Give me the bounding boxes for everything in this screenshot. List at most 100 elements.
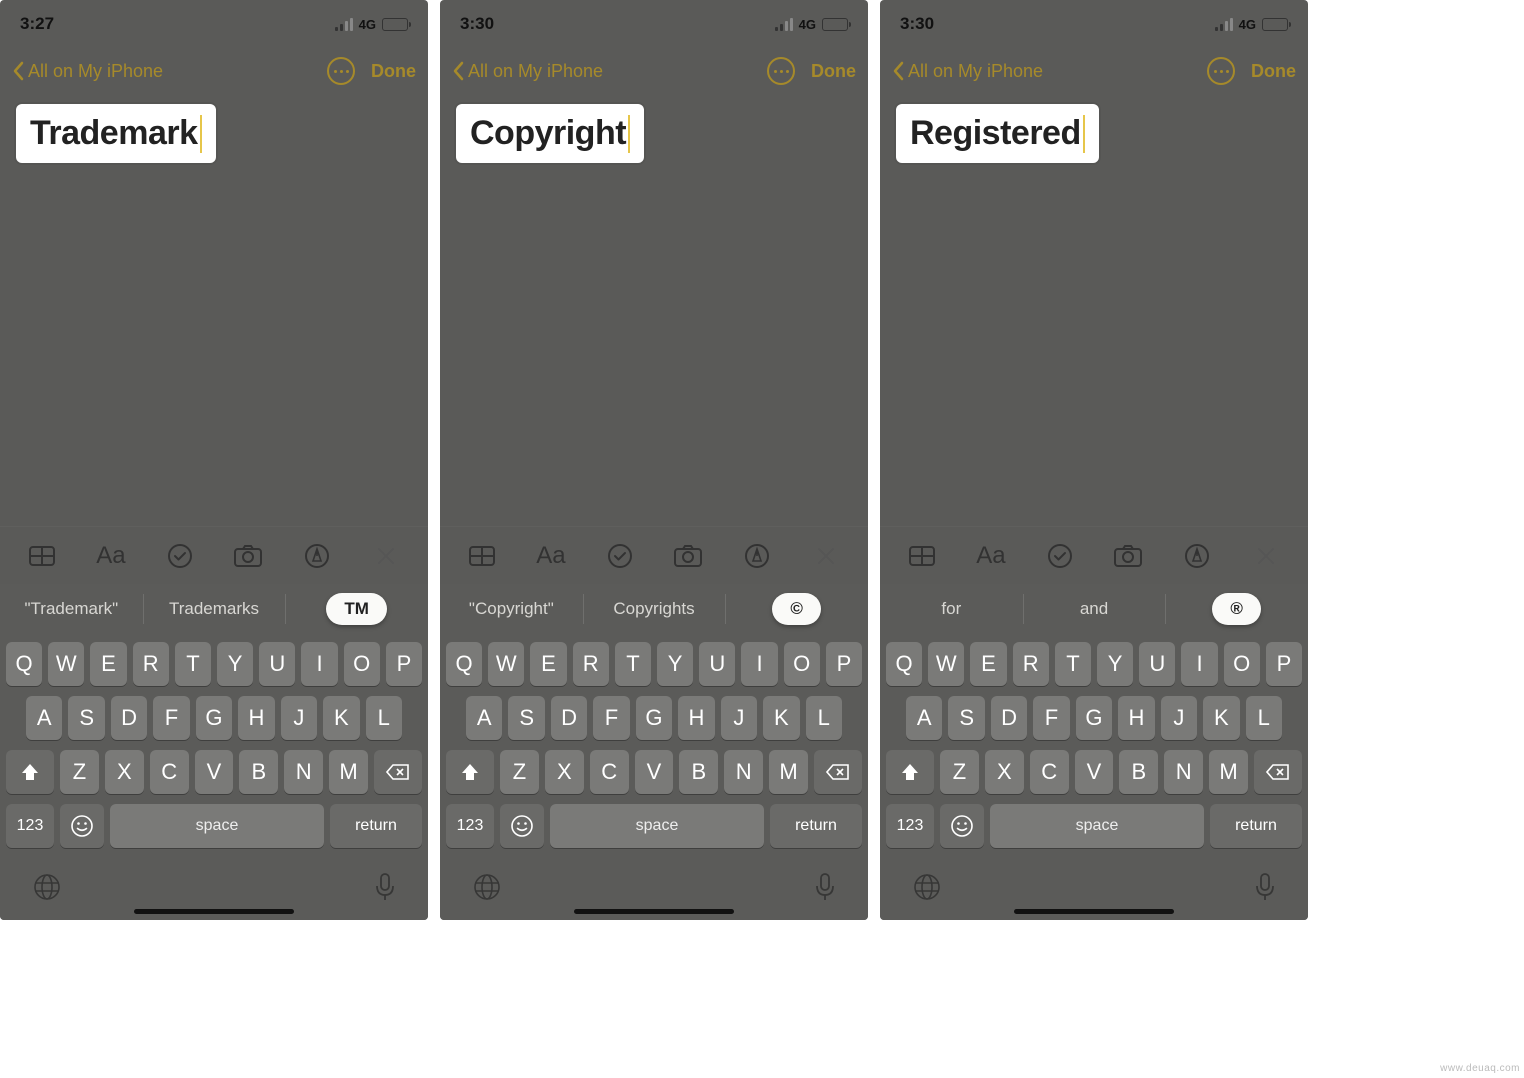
key-j[interactable]: J: [721, 696, 757, 740]
key-n[interactable]: N: [1164, 750, 1203, 794]
key-k[interactable]: K: [1203, 696, 1239, 740]
key-s[interactable]: S: [948, 696, 984, 740]
return-key[interactable]: return: [330, 804, 422, 848]
markup-icon[interactable]: [1175, 534, 1219, 578]
globe-icon[interactable]: [32, 872, 62, 902]
key-y[interactable]: Y: [1097, 642, 1133, 686]
key-t[interactable]: T: [175, 642, 211, 686]
key-g[interactable]: G: [636, 696, 672, 740]
key-j[interactable]: J: [1161, 696, 1197, 740]
done-button[interactable]: Done: [1251, 61, 1296, 82]
key-w[interactable]: W: [928, 642, 964, 686]
key-e[interactable]: E: [530, 642, 566, 686]
key-j[interactable]: J: [281, 696, 317, 740]
prediction-right[interactable]: ©: [725, 584, 868, 634]
key-h[interactable]: H: [1118, 696, 1154, 740]
key-k[interactable]: K: [323, 696, 359, 740]
back-button[interactable]: All on My iPhone: [12, 61, 163, 82]
camera-icon[interactable]: [666, 534, 710, 578]
key-x[interactable]: X: [545, 750, 584, 794]
key-c[interactable]: C: [590, 750, 629, 794]
markup-icon[interactable]: [735, 534, 779, 578]
more-options-button[interactable]: [1207, 57, 1235, 85]
key-z[interactable]: Z: [60, 750, 99, 794]
key-u[interactable]: U: [1139, 642, 1175, 686]
key-i[interactable]: I: [1181, 642, 1217, 686]
table-icon[interactable]: [460, 534, 504, 578]
key-g[interactable]: G: [1076, 696, 1112, 740]
note-title-field[interactable]: Registered: [896, 104, 1099, 163]
key-n[interactable]: N: [284, 750, 323, 794]
key-u[interactable]: U: [699, 642, 735, 686]
key-d[interactable]: D: [551, 696, 587, 740]
key-t[interactable]: T: [1055, 642, 1091, 686]
space-key[interactable]: space: [110, 804, 324, 848]
checklist-icon[interactable]: [1038, 534, 1082, 578]
key-e[interactable]: E: [970, 642, 1006, 686]
key-r[interactable]: R: [573, 642, 609, 686]
microphone-icon[interactable]: [1254, 872, 1276, 902]
key-q[interactable]: Q: [886, 642, 922, 686]
table-icon[interactable]: [20, 534, 64, 578]
key-m[interactable]: M: [1209, 750, 1248, 794]
more-options-button[interactable]: [767, 57, 795, 85]
key-a[interactable]: A: [906, 696, 942, 740]
key-f[interactable]: F: [1033, 696, 1069, 740]
key-m[interactable]: M: [329, 750, 368, 794]
key-y[interactable]: Y: [657, 642, 693, 686]
numbers-key[interactable]: 123: [6, 804, 54, 848]
emoji-key[interactable]: [940, 804, 984, 848]
prediction-middle[interactable]: Copyrights: [583, 584, 726, 634]
key-q[interactable]: Q: [446, 642, 482, 686]
home-indicator[interactable]: [134, 909, 294, 914]
key-z[interactable]: Z: [940, 750, 979, 794]
prediction-left[interactable]: for: [880, 584, 1023, 634]
key-f[interactable]: F: [593, 696, 629, 740]
key-o[interactable]: O: [1224, 642, 1260, 686]
key-v[interactable]: V: [635, 750, 674, 794]
key-q[interactable]: Q: [6, 642, 42, 686]
note-title-field[interactable]: Copyright: [456, 104, 644, 163]
text-format-icon[interactable]: Aa: [969, 534, 1013, 578]
prediction-symbol-pill[interactable]: ©: [772, 593, 821, 625]
close-toolbar-icon[interactable]: [1244, 534, 1288, 578]
camera-icon[interactable]: [1106, 534, 1150, 578]
key-o[interactable]: O: [344, 642, 380, 686]
text-format-icon[interactable]: Aa: [89, 534, 133, 578]
key-d[interactable]: D: [991, 696, 1027, 740]
globe-icon[interactable]: [912, 872, 942, 902]
key-g[interactable]: G: [196, 696, 232, 740]
key-l[interactable]: L: [1246, 696, 1282, 740]
shift-key[interactable]: [6, 750, 54, 794]
backspace-key[interactable]: [1254, 750, 1302, 794]
key-r[interactable]: R: [133, 642, 169, 686]
more-options-button[interactable]: [327, 57, 355, 85]
back-button[interactable]: All on My iPhone: [452, 61, 603, 82]
emoji-key[interactable]: [500, 804, 544, 848]
key-x[interactable]: X: [105, 750, 144, 794]
prediction-middle[interactable]: Trademarks: [143, 584, 286, 634]
key-p[interactable]: P: [386, 642, 422, 686]
key-v[interactable]: V: [1075, 750, 1114, 794]
note-content-area[interactable]: Registered: [880, 94, 1308, 526]
key-y[interactable]: Y: [217, 642, 253, 686]
key-p[interactable]: P: [1266, 642, 1302, 686]
key-x[interactable]: X: [985, 750, 1024, 794]
key-v[interactable]: V: [195, 750, 234, 794]
key-h[interactable]: H: [238, 696, 274, 740]
key-r[interactable]: R: [1013, 642, 1049, 686]
key-l[interactable]: L: [806, 696, 842, 740]
key-s[interactable]: S: [508, 696, 544, 740]
space-key[interactable]: space: [550, 804, 764, 848]
note-content-area[interactable]: Copyright: [440, 94, 868, 526]
key-a[interactable]: A: [26, 696, 62, 740]
key-m[interactable]: M: [769, 750, 808, 794]
checklist-icon[interactable]: [158, 534, 202, 578]
key-i[interactable]: I: [741, 642, 777, 686]
prediction-right[interactable]: TM: [285, 584, 428, 634]
key-c[interactable]: C: [150, 750, 189, 794]
return-key[interactable]: return: [770, 804, 862, 848]
prediction-left[interactable]: "Trademark": [0, 584, 143, 634]
prediction-left[interactable]: "Copyright": [440, 584, 583, 634]
microphone-icon[interactable]: [814, 872, 836, 902]
